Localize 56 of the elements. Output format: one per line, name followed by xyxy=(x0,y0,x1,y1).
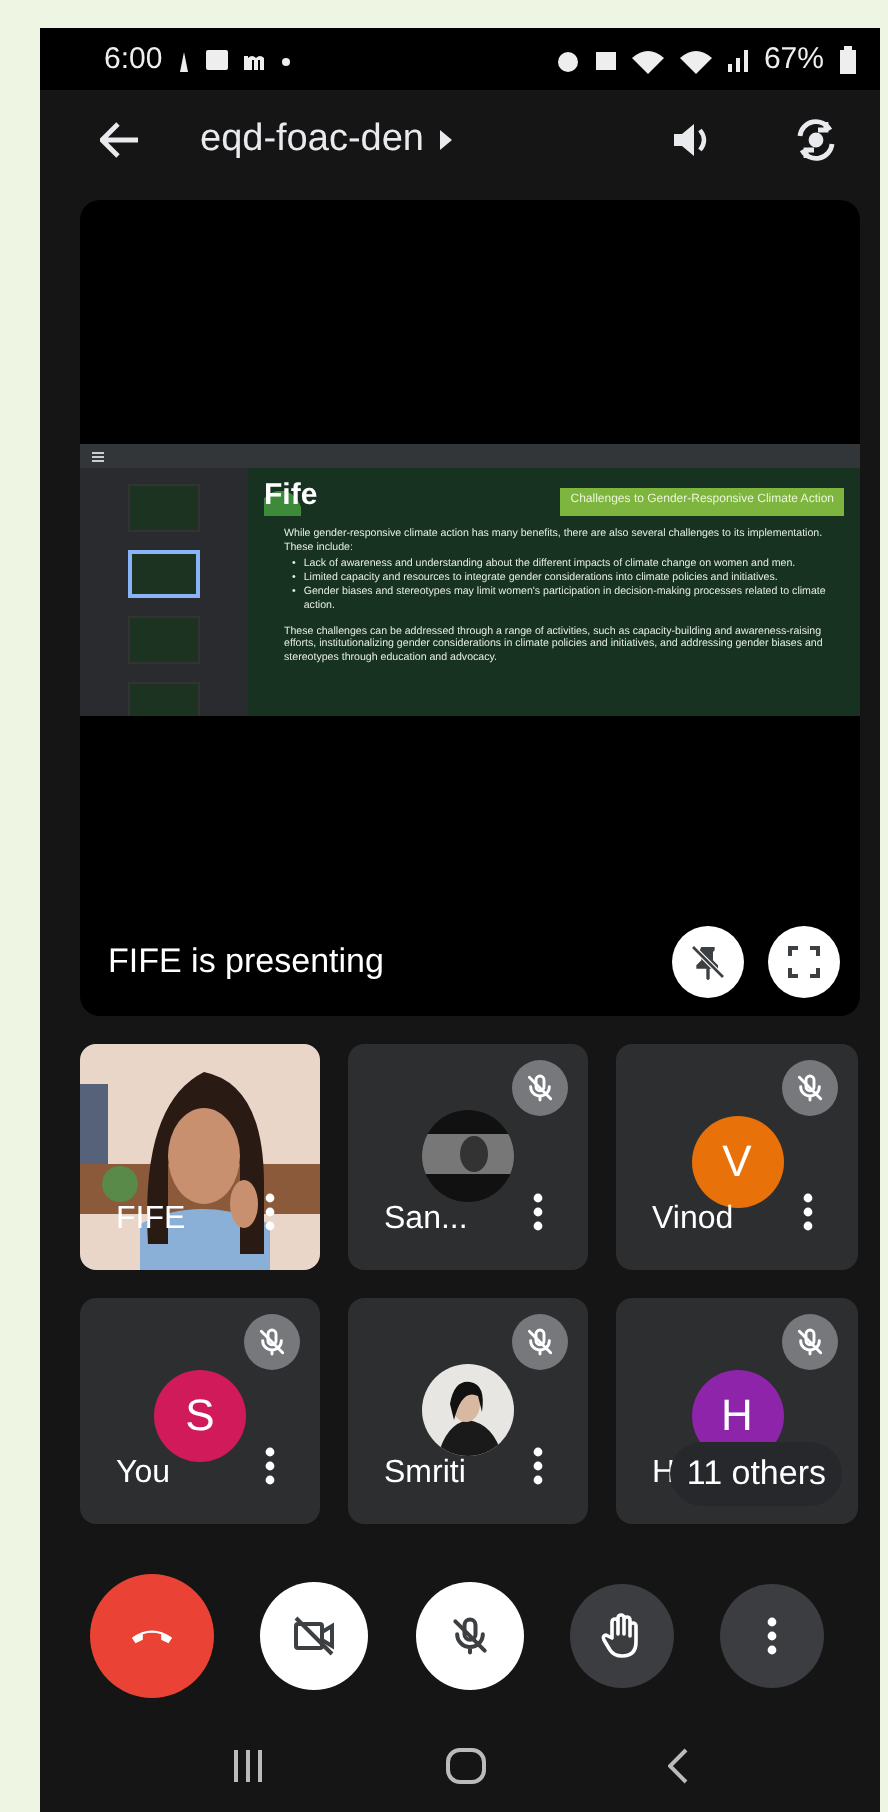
switch-camera-icon[interactable] xyxy=(792,116,840,164)
recent-apps-icon xyxy=(231,1750,264,1782)
page-thumbnail[interactable] xyxy=(128,484,200,532)
more-icon[interactable] xyxy=(802,1192,814,1232)
wifi-icon xyxy=(631,45,664,73)
phone-icon xyxy=(130,1625,174,1645)
presenting-caption: FIFE is presenting xyxy=(108,942,386,982)
more-icon[interactable] xyxy=(766,1615,778,1655)
page-thumbnail[interactable] xyxy=(128,550,200,598)
battery-icon xyxy=(840,45,856,73)
participant-name: FIFE xyxy=(116,1202,186,1238)
page-thumbnail[interactable] xyxy=(128,616,200,664)
meeting-title[interactable]: eqd-foac-den xyxy=(200,118,424,162)
participant-name: Vinod xyxy=(652,1202,734,1238)
avatar: V xyxy=(691,1116,783,1208)
unpin-button[interactable] xyxy=(672,926,744,998)
menu-icon xyxy=(92,451,104,461)
home-icon xyxy=(445,1748,486,1784)
status-time: 6:00 xyxy=(104,42,163,76)
more-icon[interactable] xyxy=(532,1192,544,1232)
participant-tile[interactable]: S You xyxy=(80,1298,320,1524)
battery-percent: 67% xyxy=(763,42,824,76)
image-icon xyxy=(206,45,229,73)
participant-name: Smriti xyxy=(384,1456,466,1492)
mic-off-icon xyxy=(447,1613,491,1657)
page-thumbnail[interactable] xyxy=(128,682,200,716)
dot-icon xyxy=(282,57,291,65)
fullscreen-button[interactable] xyxy=(768,926,840,998)
caret-icon[interactable] xyxy=(439,130,452,150)
mic-off-icon xyxy=(794,1326,826,1358)
recent-apps-button[interactable] xyxy=(231,1750,264,1782)
participant-tile[interactable]: Smriti xyxy=(348,1298,588,1524)
participant-tile[interactable]: San... xyxy=(348,1044,588,1270)
more-icon[interactable] xyxy=(264,1446,276,1486)
participant-name: San... xyxy=(384,1202,468,1238)
others-count[interactable]: 11 others xyxy=(670,1442,842,1506)
slide-logo: Fife xyxy=(264,476,318,515)
pin-off-icon xyxy=(688,942,728,982)
participant-name: You xyxy=(116,1456,170,1492)
participant-tile[interactable]: FIFE xyxy=(80,1044,320,1270)
signal-icon xyxy=(727,45,748,73)
mic-off-icon xyxy=(256,1326,288,1358)
hand-icon xyxy=(599,1611,644,1659)
back-button[interactable] xyxy=(668,1748,689,1784)
camera-off-icon xyxy=(290,1611,339,1659)
participant-tile[interactable]: V Vinod xyxy=(616,1044,858,1270)
back-arrow-icon[interactable] xyxy=(100,122,140,158)
more-icon[interactable] xyxy=(532,1446,544,1486)
avatar: S xyxy=(154,1370,246,1462)
back-icon xyxy=(668,1748,689,1784)
more-icon[interactable] xyxy=(264,1192,276,1232)
mic-off-icon xyxy=(794,1072,826,1104)
mic-off-icon xyxy=(524,1326,556,1358)
mic-off-icon xyxy=(524,1072,556,1104)
fullscreen-icon xyxy=(788,946,820,978)
home-button[interactable] xyxy=(445,1748,486,1784)
